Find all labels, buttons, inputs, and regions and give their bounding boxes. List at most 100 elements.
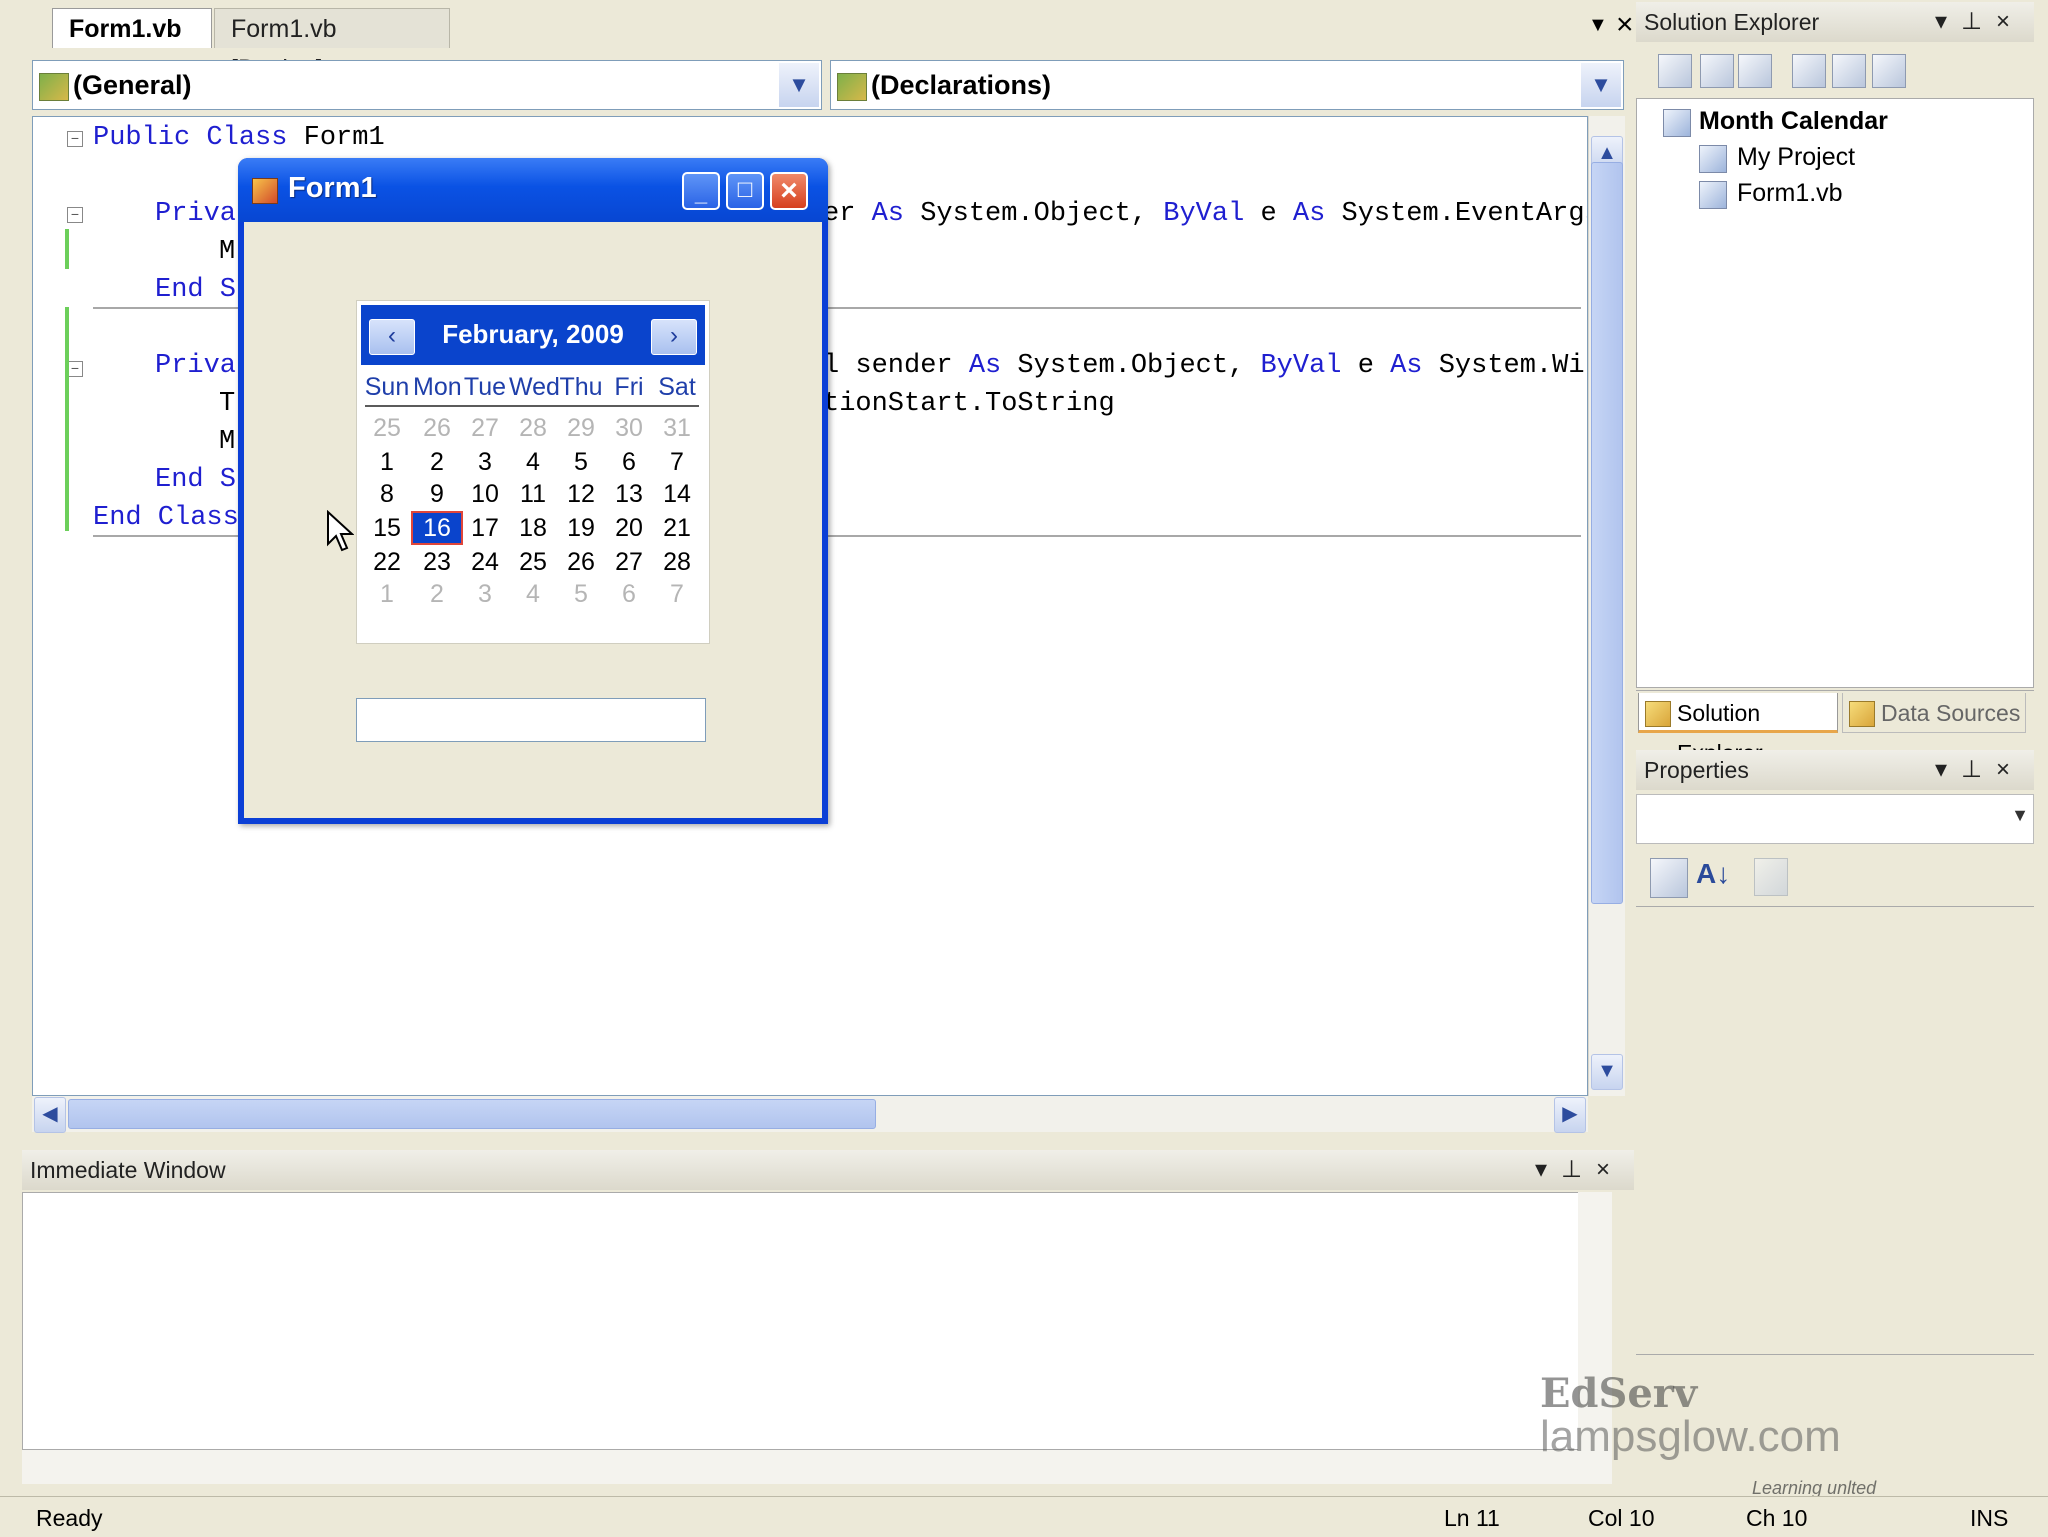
pin-icon[interactable]: ⊥ [1561,1156,1596,1183]
solution-tree[interactable]: Month Calendar My Project Form1.vb [1636,98,2034,688]
selected-date-textbox[interactable] [356,698,706,742]
calendar-day[interactable]: 19 [557,513,605,543]
calendar-day-other-month[interactable]: 5 [557,579,605,609]
calendar-day-other-month[interactable]: 27 [461,413,509,443]
calendar-day[interactable]: 18 [509,513,557,543]
calendar-day-other-month[interactable]: 26 [413,413,461,443]
minimize-button[interactable]: _ [682,172,720,210]
watermark-site: lampsglow.com [1540,1412,1841,1461]
calendar-day[interactable]: 20 [605,513,653,543]
calendar-day-other-month[interactable]: 29 [557,413,605,443]
calendar-day-other-month[interactable]: 6 [605,579,653,609]
tree-item-my-project[interactable]: My Project [1737,143,1855,172]
calendar-day-other-month[interactable]: 2 [413,579,461,609]
close-icon[interactable]: × [1996,756,2024,783]
calendar-day-other-month[interactable]: 4 [509,579,557,609]
maximize-button[interactable]: □ [726,172,764,210]
calendar-day[interactable]: 11 [509,479,557,509]
alphabetical-sort-icon[interactable]: A↓ [1696,858,1730,890]
scroll-right-icon[interactable]: ▶ [1554,1097,1586,1133]
calendar-day[interactable]: 15 [363,513,411,543]
scroll-down-icon[interactable]: ▼ [1591,1054,1623,1090]
immediate-horizontal-scrollbar[interactable] [22,1450,1612,1484]
close-icon[interactable]: × [1596,1156,1624,1183]
tab-list-dropdown-icon[interactable]: ▼ [1588,14,1608,37]
calendar-day[interactable]: 6 [605,447,653,477]
calendar-day-other-month[interactable]: 31 [653,413,701,443]
editor-horizontal-scrollbar[interactable]: ◀ ▶ [32,1096,1588,1133]
show-all-files-icon[interactable] [1700,54,1734,88]
categorized-icon[interactable] [1650,858,1688,898]
panel-menu-icon[interactable]: ▾ [1535,1156,1561,1183]
immediate-window-text-area[interactable] [22,1192,1612,1450]
calendar-day[interactable]: 10 [461,479,509,509]
calendar-day[interactable]: 5 [557,447,605,477]
calendar-day[interactable]: 12 [557,479,605,509]
panel-menu-icon[interactable]: ▾ [1935,8,1961,35]
month-calendar[interactable]: ‹ February, 2009 › Sun Mon Tue Wed Thu Fri Sat… [356,300,710,644]
property-grid[interactable] [1636,906,2034,1353]
calendar-day[interactable]: 17 [461,513,509,543]
calendar-day-other-month[interactable]: 28 [509,413,557,443]
chevron-down-icon[interactable]: ▼ [779,63,819,107]
method-name-combo[interactable]: (Declarations) ▼ [830,60,1624,110]
calendar-day-other-month[interactable]: 7 [653,579,701,609]
calendar-day-other-month[interactable]: 25 [363,413,411,443]
close-icon[interactable]: × [1996,8,2024,35]
code-keyword: As [871,199,905,229]
tree-item-form1-vb[interactable]: Form1.vb [1737,179,1843,208]
close-button[interactable]: × [770,172,808,210]
tab-data-sources[interactable]: Data Sources [1842,693,2026,733]
calendar-day[interactable]: 1 [363,447,411,477]
pin-icon[interactable]: ⊥ [1961,8,1996,35]
scroll-thumb[interactable] [68,1099,876,1129]
calendar-day[interactable]: 25 [509,547,557,577]
calendar-day[interactable]: 3 [461,447,509,477]
panel-menu-icon[interactable]: ▾ [1935,756,1961,783]
calendar-day-other-month[interactable]: 3 [461,579,509,609]
refresh-icon[interactable] [1738,54,1772,88]
tree-item-project[interactable]: Month Calendar [1699,107,1888,136]
chevron-down-icon[interactable]: ▼ [2011,805,2029,826]
calendar-day[interactable]: 23 [413,547,461,577]
calendar-day[interactable]: 16 [411,511,463,545]
class-name-combo[interactable]: (General) ▼ [32,60,822,110]
calendar-day[interactable]: 2 [413,447,461,477]
object-selector-combo[interactable]: ▼ [1636,794,2034,844]
tab-solution-explorer[interactable]: Solution Explorer [1638,693,1838,766]
calendar-day[interactable]: 21 [653,513,701,543]
calendar-day[interactable]: 7 [653,447,701,477]
calendar-day[interactable]: 24 [461,547,509,577]
calendar-day[interactable]: 9 [413,479,461,509]
calendar-day[interactable]: 4 [509,447,557,477]
calendar-day[interactable]: 26 [557,547,605,577]
view-designer-icon[interactable] [1832,54,1866,88]
calendar-day[interactable]: 27 [605,547,653,577]
change-marker [65,307,69,531]
calendar-day[interactable]: 14 [653,479,701,509]
calendar-day[interactable]: 13 [605,479,653,509]
form1-titlebar[interactable]: Form1 _ □ × [238,158,828,222]
collapse-icon[interactable]: − [67,361,83,377]
property-pages-icon[interactable] [1754,858,1788,896]
collapse-icon[interactable]: − [67,207,83,223]
data-sources-icon [1849,701,1875,727]
properties-icon[interactable] [1658,54,1692,88]
chevron-down-icon[interactable]: ▼ [1581,63,1621,107]
next-month-button[interactable]: › [651,319,697,355]
editor-vertical-scrollbar[interactable]: ▲ ▼ [1588,116,1625,1096]
scroll-left-icon[interactable]: ◀ [34,1097,66,1133]
close-document-icon[interactable]: × [1616,8,1634,42]
calendar-day[interactable]: 28 [653,547,701,577]
calendar-day-other-month[interactable]: 1 [363,579,411,609]
tab-form1-vb[interactable]: Form1.vb🔒 [52,8,212,81]
calendar-day[interactable]: 8 [363,479,411,509]
calendar-day-other-month[interactable]: 30 [605,413,653,443]
tab-form1-design[interactable]: Form1.vb [Design]🔒 [214,8,450,83]
pin-icon[interactable]: ⊥ [1961,756,1996,783]
calendar-day[interactable]: 22 [363,547,411,577]
collapse-icon[interactable]: − [67,131,83,147]
scroll-thumb[interactable] [1591,162,1623,904]
view-code-icon[interactable] [1792,54,1826,88]
class-diagram-icon[interactable] [1872,54,1906,88]
